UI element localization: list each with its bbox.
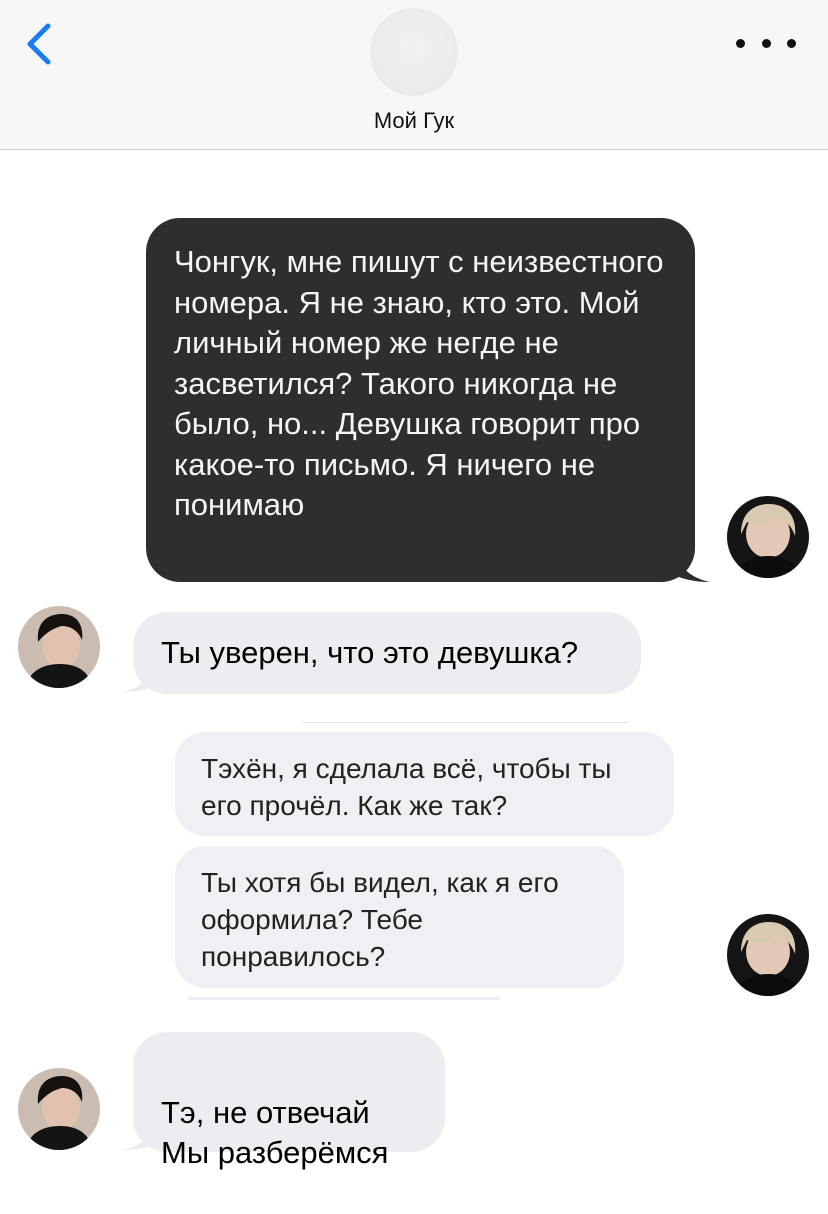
avatar-sender[interactable] xyxy=(727,496,809,578)
avatar-contact[interactable] xyxy=(18,1068,100,1150)
message-text: Тэхён, я сделала всё, чтобы ты его прочё… xyxy=(201,753,612,821)
chat-header: Мой Гук xyxy=(0,0,828,150)
message-text: Тэ, не отвечай Мы разберёмся xyxy=(161,1094,389,1171)
message-text: Ты уверен, что это девушка? xyxy=(161,635,579,670)
contact-name[interactable]: Мой Гук xyxy=(0,108,828,134)
ellipsis-icon xyxy=(736,38,745,48)
person-avatar-icon xyxy=(18,606,100,688)
avatar-sender[interactable] xyxy=(727,914,809,996)
more-options-button[interactable] xyxy=(736,26,796,60)
ellipsis-icon xyxy=(761,38,771,48)
avatar-contact[interactable] xyxy=(18,606,100,688)
ellipsis-icon xyxy=(787,38,796,48)
person-avatar-icon xyxy=(727,496,809,578)
message-bubble-quoted[interactable]: Тэхён, я сделала всё, чтобы ты его прочё… xyxy=(175,732,674,836)
message-bubble-incoming[interactable]: Тэ, не отвечай Мы разберёмся xyxy=(133,1032,445,1170)
message-bubble-quoted[interactable]: Ты хотя бы видел, как я его оформила? Те… xyxy=(175,846,624,988)
chevron-left-icon xyxy=(27,23,51,65)
person-avatar-icon xyxy=(727,914,809,996)
person-avatar-icon xyxy=(18,1068,100,1150)
message-bubble-incoming[interactable]: Ты уверен, что это девушка? xyxy=(133,612,641,694)
message-text: Ты хотя бы видел, как я его оформила? Те… xyxy=(201,867,559,972)
bubble-tail-icon xyxy=(672,548,710,582)
contact-avatar[interactable] xyxy=(370,8,458,96)
divider xyxy=(188,997,500,1000)
message-text: Чонгук, мне пишут с неизвестного номера.… xyxy=(174,244,664,522)
back-button[interactable] xyxy=(18,20,66,68)
message-bubble-outgoing[interactable]: Чонгук, мне пишут с неизвестного номера.… xyxy=(146,218,695,582)
divider xyxy=(302,722,628,723)
